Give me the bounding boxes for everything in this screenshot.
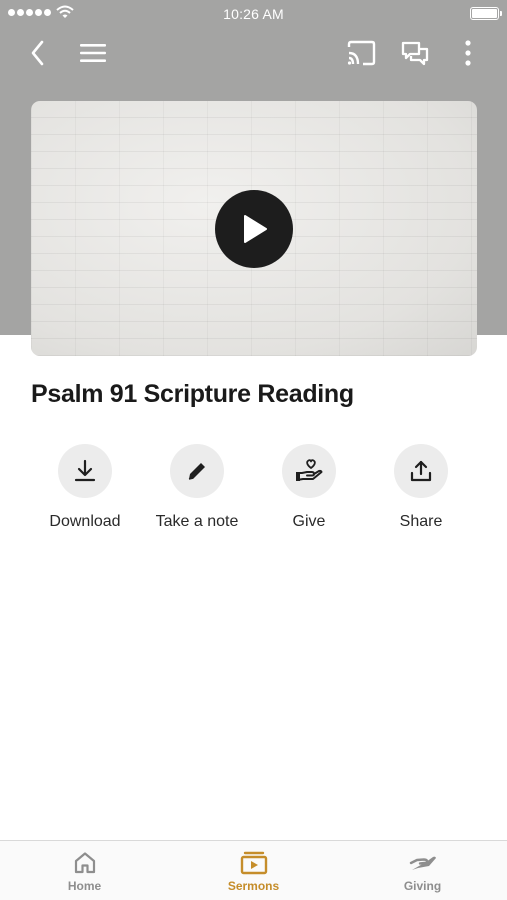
tab-sermons[interactable]: Sermons bbox=[169, 841, 338, 900]
give-action[interactable]: Give bbox=[249, 444, 369, 531]
menu-icon bbox=[80, 44, 106, 62]
tab-giving-label: Giving bbox=[403, 879, 442, 893]
sermons-icon bbox=[240, 851, 267, 875]
download-icon bbox=[74, 459, 96, 482]
tab-home[interactable]: Home bbox=[0, 841, 169, 900]
back-chevron-icon bbox=[31, 40, 44, 66]
play-button[interactable] bbox=[215, 190, 293, 268]
cast-button[interactable] bbox=[344, 36, 378, 70]
status-bar: 10:26 AM bbox=[0, 0, 507, 28]
tab-bar: Home Sermons Giving bbox=[0, 840, 507, 900]
chat-button[interactable] bbox=[398, 36, 432, 70]
share-action[interactable]: Share bbox=[361, 444, 481, 531]
sermon-title: Psalm 91 Scripture Reading bbox=[31, 380, 354, 408]
take-note-action[interactable]: Take a note bbox=[137, 444, 257, 531]
pencil-icon bbox=[188, 463, 205, 480]
tab-home-label: Home bbox=[67, 879, 102, 893]
give-label: Give bbox=[292, 513, 326, 530]
take-note-label: Take a note bbox=[155, 513, 239, 530]
battery-icon bbox=[470, 7, 502, 20]
download-button[interactable] bbox=[58, 444, 112, 498]
tab-giving[interactable]: Giving bbox=[338, 841, 507, 900]
share-label: Share bbox=[399, 513, 443, 530]
giving-icon bbox=[409, 856, 436, 870]
status-time: 10:26 AM bbox=[223, 6, 284, 22]
home-icon bbox=[74, 852, 95, 874]
navigation-bar bbox=[0, 30, 507, 74]
back-button[interactable] bbox=[21, 36, 55, 70]
menu-button[interactable] bbox=[76, 36, 110, 70]
give-button[interactable] bbox=[282, 444, 336, 498]
take-note-button[interactable] bbox=[170, 444, 224, 498]
chat-icon bbox=[401, 41, 429, 66]
download-action[interactable]: Download bbox=[25, 444, 145, 531]
play-icon bbox=[244, 215, 267, 243]
video-player[interactable] bbox=[31, 101, 477, 356]
download-label: Download bbox=[49, 513, 121, 530]
share-icon bbox=[410, 460, 432, 482]
more-options-button[interactable] bbox=[451, 36, 485, 70]
share-button[interactable] bbox=[394, 444, 448, 498]
give-heart-hand-icon bbox=[296, 459, 323, 481]
more-vertical-icon bbox=[465, 40, 471, 66]
cast-icon bbox=[347, 40, 376, 66]
tab-sermons-label: Sermons bbox=[227, 879, 280, 893]
